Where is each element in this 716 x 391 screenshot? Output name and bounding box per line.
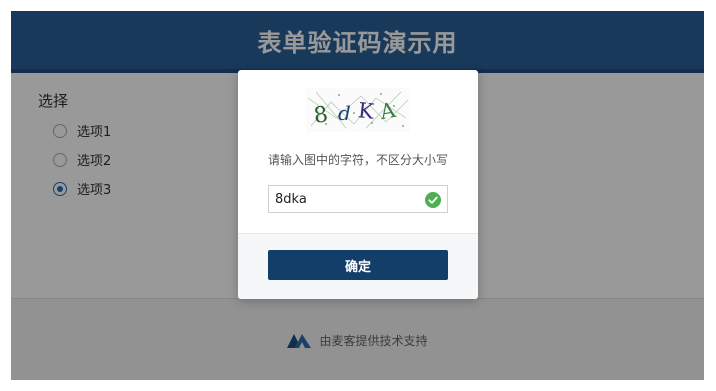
captcha-image[interactable]: 8 d K A	[306, 88, 410, 132]
svg-text:K: K	[357, 98, 375, 124]
check-circle-icon	[425, 192, 441, 208]
modal-footer: 确定	[238, 233, 478, 299]
captcha-input[interactable]	[269, 186, 431, 212]
captcha-input-wrapper	[268, 185, 448, 213]
svg-text:d: d	[338, 101, 351, 125]
captcha-hint: 请输入图中的字符，不区分大小写	[267, 153, 448, 167]
confirm-button[interactable]: 确定	[268, 250, 448, 280]
captcha-modal: 8 d K A 请输入图中的字符，不区分大小写 确定	[238, 70, 478, 299]
